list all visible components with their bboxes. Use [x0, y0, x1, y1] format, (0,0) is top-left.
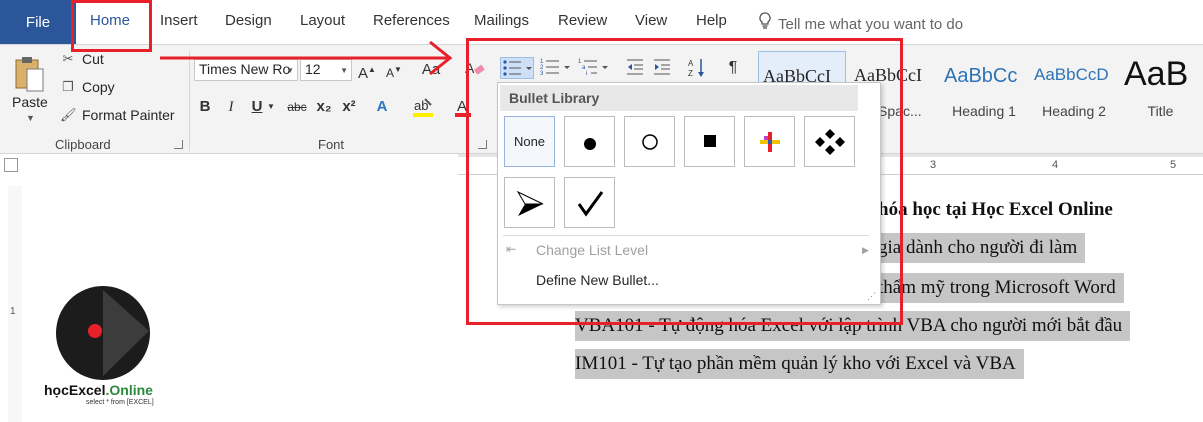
underline-button[interactable]: U [250, 96, 264, 118]
clipboard-launcher-icon[interactable] [174, 140, 183, 149]
annotation-home-highlight [71, 0, 152, 52]
logo-text: họcExcel.Online [44, 382, 153, 398]
tab-design[interactable]: Design [225, 12, 272, 29]
text-effects-icon[interactable]: A [372, 96, 392, 118]
bold-button[interactable]: B [197, 96, 213, 118]
logo-subtitle: select * from [EXCEL] [86, 399, 154, 406]
tab-review[interactable]: Review [558, 12, 607, 29]
document-line[interactable]: gia dành cho người đi làm [878, 233, 1086, 263]
copy-label: Copy [82, 79, 115, 95]
style-sample: AaB [1124, 55, 1189, 93]
tab-file[interactable]: File [0, 0, 76, 44]
underline-dropdown-icon[interactable]: ▼ [266, 96, 276, 118]
tell-me-search[interactable]: Tell me what you want to do [758, 12, 963, 33]
ruler-mark: 4 [1052, 159, 1059, 171]
font-group-label: Font [318, 137, 345, 152]
cut-label: Cut [82, 51, 104, 67]
style-sample: AaBbCcD [1034, 65, 1109, 84]
style-sample: AaBbCc [944, 65, 1018, 87]
paste-icon[interactable] [14, 55, 46, 93]
superscript-button[interactable]: x² [340, 96, 358, 118]
tell-me-text: Tell me what you want to do [778, 16, 964, 33]
document-line[interactable]: IM101 - Tự tạo phần mềm quản lý kho với … [575, 349, 1024, 379]
tab-mailings[interactable]: Mailings [474, 12, 529, 29]
subscript-button[interactable]: x₂ [315, 96, 333, 118]
tab-layout[interactable]: Layout [300, 12, 345, 29]
style-heading-1[interactable]: AaBbCc Heading 1 [940, 51, 1028, 127]
style-name: Heading 2 [1042, 103, 1106, 119]
document-line[interactable]: thẩm mỹ trong Microsoft Word [878, 273, 1124, 303]
paste-button[interactable]: Paste [12, 94, 48, 110]
lightbulb-icon [758, 12, 774, 33]
document-heading[interactable]: hóa học tại Học Excel Online [878, 199, 1113, 221]
paintbrush-icon: 🖌 [60, 107, 77, 122]
copy-icon: ❐ [62, 79, 74, 94]
cut-button[interactable]: ✂ Cut [60, 51, 104, 67]
style-title[interactable]: AaB Title [1118, 51, 1203, 127]
hocexcel-logo-icon [54, 284, 152, 382]
scissors-icon: ✂ [62, 51, 74, 66]
style-heading-2[interactable]: AaBbCcD Heading 2 [1030, 51, 1118, 127]
format-painter-button[interactable]: 🖌 Format Painter [60, 107, 175, 123]
highlight-color-icon[interactable]: ab [410, 96, 436, 118]
tab-selector-icon[interactable] [4, 158, 18, 172]
ruler-mark: 5 [1170, 159, 1177, 171]
italic-button[interactable]: I [224, 96, 238, 118]
vertical-ruler: 1 [8, 186, 22, 422]
style-name: Title [1147, 103, 1174, 119]
style-name: Heading 1 [952, 103, 1016, 119]
tab-references[interactable]: References [373, 12, 450, 29]
paste-dropdown-icon[interactable]: ▼ [26, 113, 35, 123]
annotation-bullets-highlight [466, 38, 903, 325]
tab-view[interactable]: View [635, 12, 667, 29]
clipboard-group-label: Clipboard [55, 137, 111, 152]
strikethrough-button[interactable]: abc [285, 96, 309, 118]
tab-insert[interactable]: Insert [160, 12, 198, 29]
ruler-mark: 1 [10, 306, 16, 317]
tab-help[interactable]: Help [696, 12, 727, 29]
copy-button[interactable]: ❐ Copy [60, 79, 115, 95]
ruler-mark: 3 [930, 159, 937, 171]
format-painter-label: Format Painter [82, 107, 175, 123]
